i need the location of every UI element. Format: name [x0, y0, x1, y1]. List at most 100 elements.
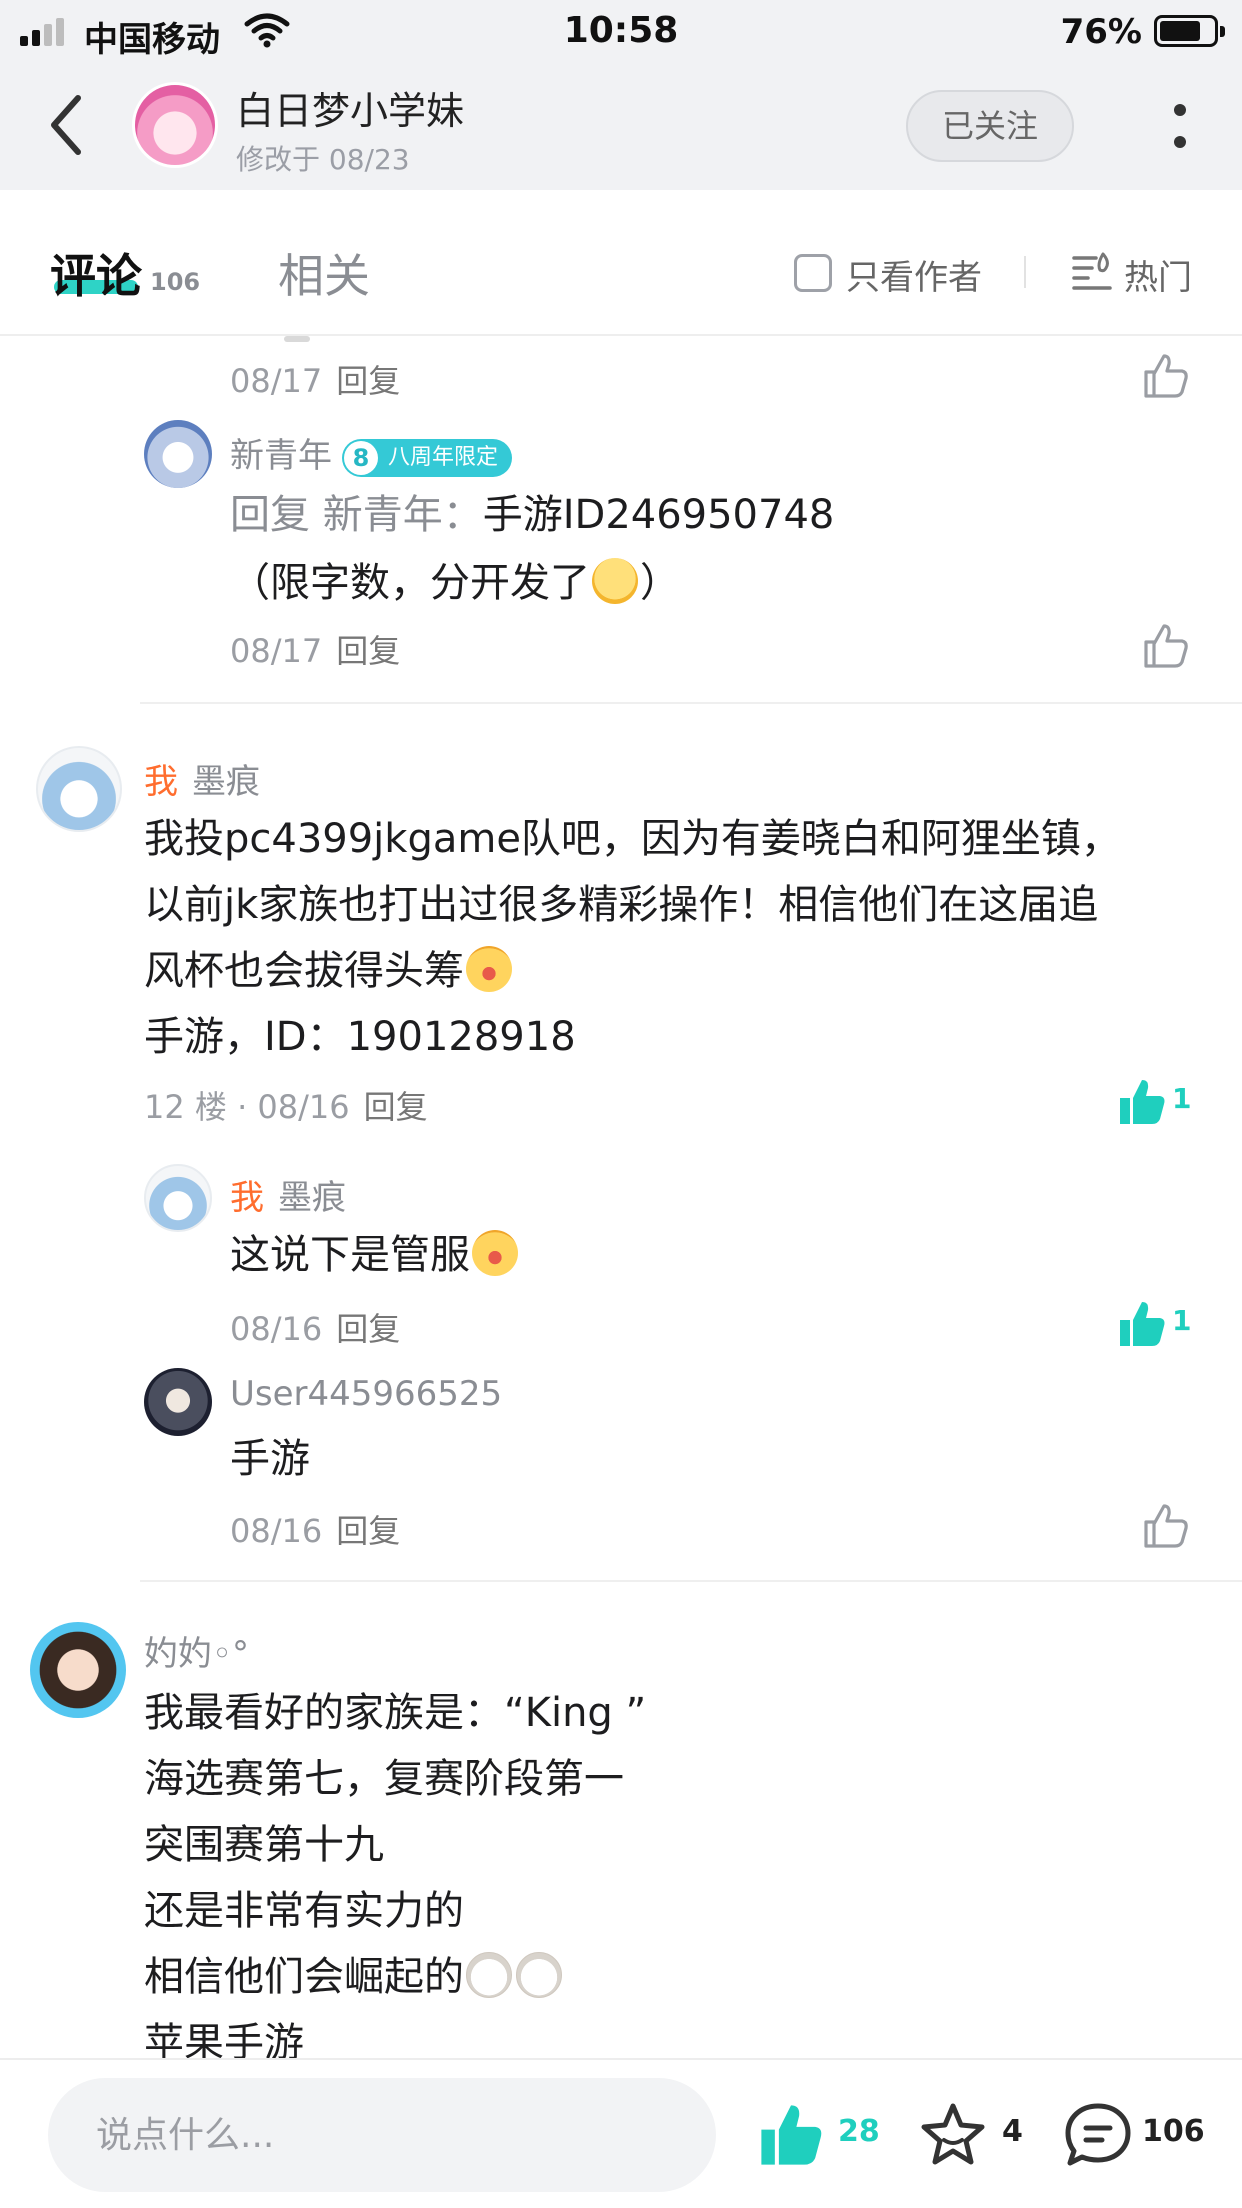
reply-date: 08/17 — [230, 632, 323, 670]
reply-text-line: 手游ID246950748 — [482, 492, 835, 538]
like-button[interactable] — [1140, 350, 1200, 402]
bottom-action-bar: 28 4 106 — [0, 2058, 1242, 2208]
user-avatar[interactable] — [144, 1368, 212, 1436]
me-tag: 我 — [144, 762, 178, 802]
comment-text-line: 突围赛第十九 — [144, 1822, 384, 1868]
comment-meta: 12 楼 · 08/16 回复 — [144, 1082, 428, 1128]
author-avatar[interactable] — [132, 82, 218, 168]
user-avatar[interactable] — [30, 1622, 126, 1718]
like-count: 1 — [1172, 1304, 1192, 1337]
comment-floor-date: 12 楼 · 08/16 — [144, 1088, 350, 1126]
reply-author: 我墨痕 — [230, 1170, 346, 1219]
comment-author: 我墨痕 — [144, 754, 260, 803]
cat-emoji-icon — [466, 1952, 512, 1998]
top-area: 中国移动 10:58 76% 白日梦小学妹 修改于 08/23 已关注 — [0, 0, 1242, 190]
battery-icon — [1154, 15, 1225, 47]
tab-comments[interactable]: 评论 106 — [50, 240, 200, 306]
reply-meta: 08/16 回复 — [230, 1304, 400, 1350]
reply-date: 08/16 — [230, 1512, 323, 1550]
star-icon — [921, 2103, 985, 2165]
post-like-count: 28 — [838, 2114, 880, 2149]
status-bar: 中国移动 10:58 76% — [0, 0, 1242, 62]
favorite-button[interactable]: 4 — [918, 2100, 1028, 2170]
tab-divider — [1024, 256, 1026, 288]
sort-hot-label[interactable]: 热门 — [1124, 250, 1192, 299]
anniversary-badge: 8 八周年限定 — [342, 438, 513, 477]
thumbs-up-icon — [1144, 624, 1188, 668]
comment-text-line: 风杯也会拔得头筹 — [144, 948, 464, 994]
comments-button[interactable]: 106 — [1062, 2100, 1212, 2170]
reply-username[interactable]: 墨痕 — [278, 1178, 346, 1218]
reply-author: 新青年 8 八周年限定 — [230, 428, 513, 477]
sort-hot-icon[interactable] — [1070, 250, 1114, 294]
comment-bubble-icon — [1065, 2103, 1131, 2166]
comment-count: 106 — [1142, 2114, 1205, 2149]
reply-meta: 08/16 回复 — [230, 1506, 400, 1552]
reply-text: 回复 新青年：手游ID246950748 — [230, 482, 834, 548]
comment-text-line: 手游，ID：190128918 — [144, 1014, 576, 1060]
thumbs-up-icon — [1144, 1504, 1188, 1548]
user-avatar[interactable] — [144, 1164, 212, 1232]
thumbs-up-icon — [1144, 354, 1188, 398]
thumbs-up-filled-icon — [1120, 1302, 1165, 1346]
follow-button[interactable]: 已关注 — [906, 90, 1074, 162]
reply-text: （限字数，分开发了 ） — [230, 550, 680, 616]
comment-text-line: 海选赛第七，复赛阶段第一 — [144, 1756, 624, 1802]
reply-text-line: （限字数，分开发了 — [230, 560, 590, 606]
comment-text-line-wrapper: 相信他们会崛起的 — [144, 1944, 564, 2010]
reply-text-line-end: ） — [640, 560, 680, 606]
thumbs-up-filled-icon — [1120, 1080, 1165, 1124]
only-author-checkbox[interactable] — [794, 254, 832, 292]
comment-list[interactable]: 08/17 回复 新青年 8 八周年限定 回复 新青年：手游ID246950748 （… — [0, 336, 1242, 2058]
user-avatar[interactable] — [144, 420, 212, 488]
battery-percent: 76% — [1060, 12, 1142, 52]
more-vertical-icon[interactable] — [1168, 98, 1192, 154]
reply-link[interactable]: 回复 — [336, 632, 400, 670]
author-name[interactable]: 白日梦小学妹 — [236, 80, 464, 135]
like-button[interactable]: 1 — [1116, 1298, 1216, 1350]
reply-link[interactable]: 回复 — [364, 1088, 428, 1126]
reply-text-line: 这说下是管服 — [230, 1232, 470, 1278]
reply-meta: 08/17 回复 — [230, 356, 400, 402]
reply-date: 08/17 — [230, 362, 323, 400]
comment-text-line-wrapper: 风杯也会拔得头筹 — [144, 938, 514, 1004]
user-avatar[interactable] — [36, 746, 122, 832]
comment-username[interactable]: 墨痕 — [192, 762, 260, 802]
post-header: 白日梦小学妹 修改于 08/23 已关注 — [0, 62, 1242, 190]
reply-username[interactable]: 新青年 — [230, 436, 332, 476]
comment-text-line: 还是非常有实力的 — [144, 1888, 464, 1934]
reply-to-prefix[interactable]: 回复 新青年： — [230, 492, 483, 538]
comment-divider — [140, 1580, 1242, 1582]
reply-meta: 08/17 回复 — [230, 626, 400, 672]
reply-date: 08/16 — [230, 1310, 323, 1348]
like-count: 1 — [1172, 1082, 1192, 1115]
reply-link[interactable]: 回复 — [336, 1310, 400, 1348]
like-button[interactable] — [1140, 1500, 1200, 1552]
reply-link[interactable]: 回复 — [336, 362, 400, 400]
chevron-left-icon[interactable] — [44, 92, 88, 158]
post-like-button[interactable]: 28 — [756, 2100, 886, 2170]
me-tag: 我 — [230, 1178, 264, 1218]
comment-text-line: 以前jk家族也打出过很多精彩操作！相信他们在这届追 — [144, 882, 1099, 928]
reply-username[interactable]: User445966525 — [230, 1374, 502, 1414]
comment-username[interactable]: 妁妁◦° — [144, 1626, 249, 1675]
only-author-label: 只看作者 — [846, 258, 982, 298]
comment-tabs: 评论 106 相关 只看作者 热门 — [0, 190, 1242, 336]
reply-text: 手游 — [230, 1436, 310, 1482]
comment-input[interactable] — [48, 2078, 716, 2192]
post-modified-date: 修改于 08/23 — [236, 143, 410, 176]
smile-emoji-icon — [592, 558, 638, 604]
badge-label: 八周年限定 — [388, 444, 499, 470]
like-button[interactable] — [1140, 620, 1200, 672]
tab-related[interactable]: 相关 — [278, 240, 370, 306]
status-time: 10:58 — [563, 10, 679, 51]
reply-text: 这说下是管服 — [230, 1222, 520, 1288]
comment-text-line: 苹果手游 — [144, 2020, 304, 2058]
comment-divider — [140, 702, 1242, 704]
yum-emoji-icon — [466, 946, 512, 992]
like-button[interactable]: 1 — [1116, 1076, 1216, 1128]
reply-link[interactable]: 回复 — [336, 1512, 400, 1550]
truncated-text-fragment — [284, 336, 310, 342]
favorite-count: 4 — [1002, 2114, 1023, 2149]
cat-emoji-icon — [516, 1952, 562, 1998]
